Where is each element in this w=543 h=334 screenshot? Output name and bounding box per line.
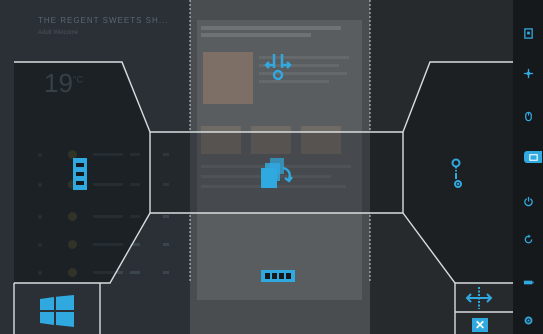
forecast-row [38, 268, 178, 282]
converge-icon[interactable] [262, 52, 294, 84]
move-arrows-icon[interactable] [462, 286, 496, 310]
desktop: THE REGENT SWEETS SH... Adult Welcome 19… [0, 0, 543, 334]
mouse-icon[interactable] [522, 110, 534, 122]
forecast-row [38, 150, 178, 164]
refresh-icon[interactable] [522, 233, 534, 245]
tile-stack-icon[interactable] [73, 158, 87, 190]
app-subheader: Adult Welcome [38, 30, 79, 36]
forecast-row [38, 212, 178, 226]
temperature-unit: °C [72, 74, 84, 85]
close-button[interactable]: ✕ [472, 318, 488, 332]
forecast-row [38, 240, 178, 254]
weather-temperature: 19°C [44, 68, 83, 99]
forecast-row [38, 180, 178, 194]
weather-panel-background [0, 0, 190, 334]
power-icon[interactable] [522, 195, 534, 207]
cascade-windows-icon[interactable] [261, 158, 293, 188]
tile-row-icon[interactable] [261, 270, 295, 282]
app-icon[interactable] [522, 27, 534, 39]
compass-icon[interactable] [522, 67, 534, 79]
right-panel-background [370, 0, 513, 334]
active-tab-icon[interactable] [524, 151, 542, 163]
battery-icon[interactable] [522, 276, 534, 288]
windows-logo-icon[interactable] [40, 295, 74, 327]
article-photo [203, 52, 253, 104]
temperature-value: 19 [44, 68, 73, 98]
settings-icon[interactable] [522, 314, 534, 326]
key-gear-icon[interactable] [450, 158, 466, 190]
app-header: THE REGENT SWEETS SH... [38, 16, 169, 25]
